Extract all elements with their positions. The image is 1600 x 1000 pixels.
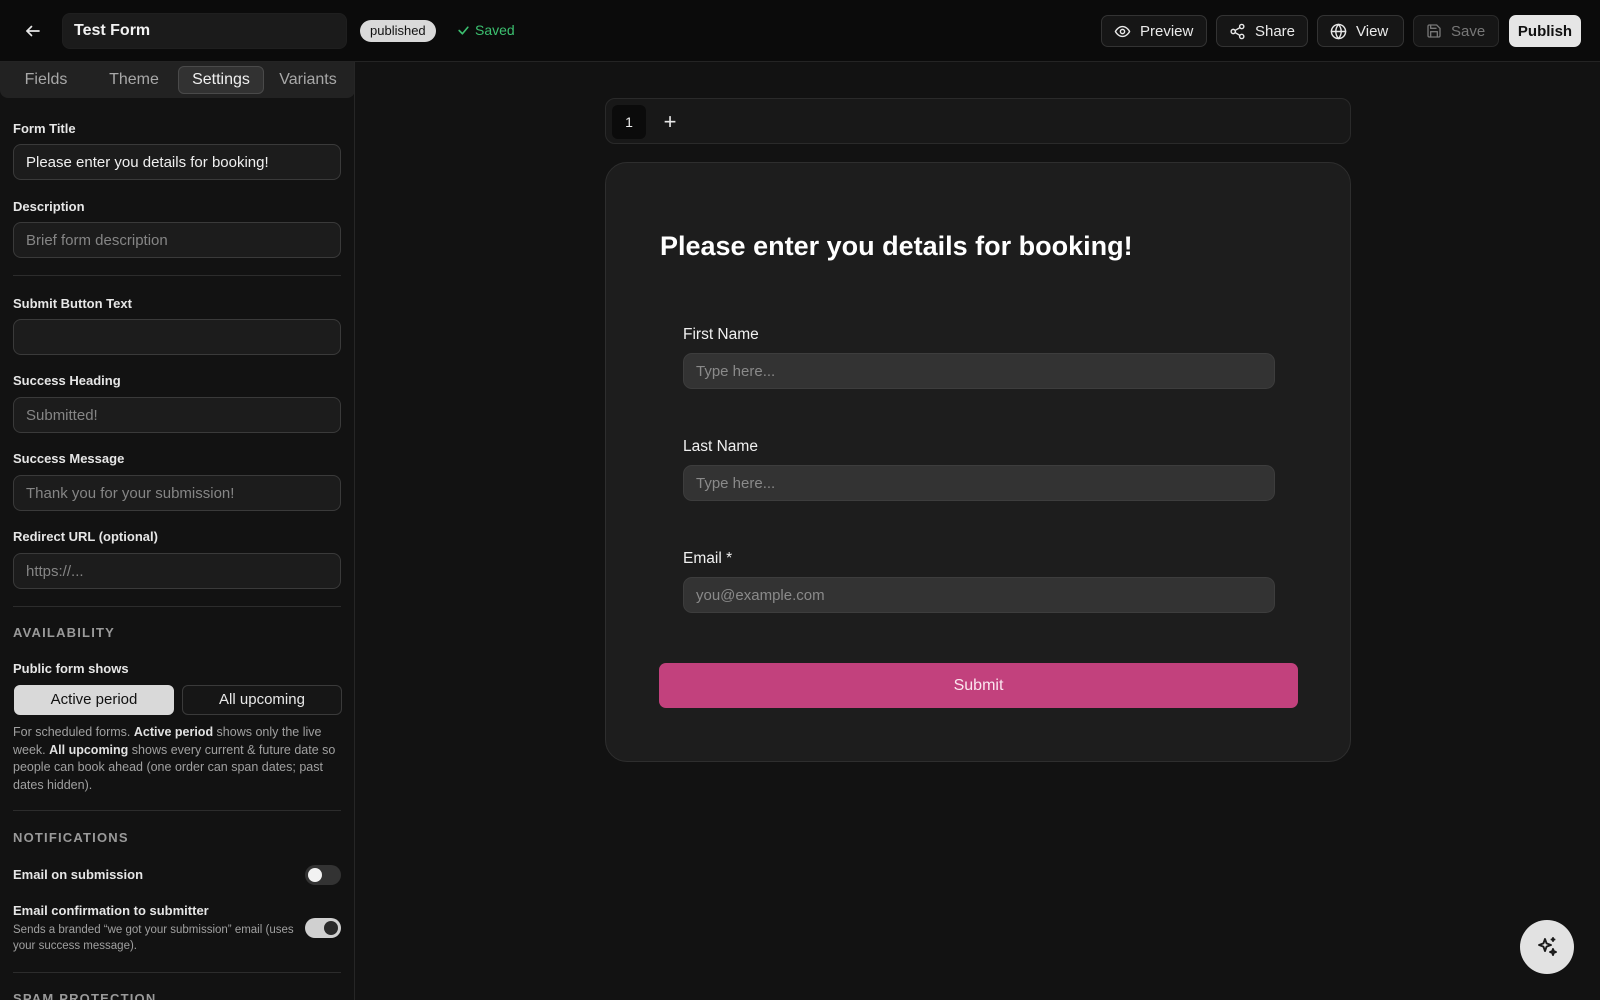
redirect-url-input[interactable]: [13, 553, 341, 589]
ai-assistant-button[interactable]: [1520, 920, 1574, 974]
submit-button[interactable]: Submit: [659, 663, 1298, 708]
globe-icon: [1330, 23, 1347, 39]
preview-button[interactable]: Preview: [1101, 15, 1207, 47]
description-input[interactable]: [13, 222, 341, 258]
publish-button[interactable]: Publish: [1509, 15, 1581, 47]
tab-theme[interactable]: Theme: [94, 66, 174, 94]
first-name-input[interactable]: [683, 353, 1275, 389]
help-pre: For scheduled forms.: [13, 725, 134, 739]
email-confirmation-toggle[interactable]: [305, 918, 341, 938]
tab-variants[interactable]: Variants: [268, 66, 348, 94]
sidebar-tabs: Fields Theme Settings Variants: [0, 62, 354, 98]
last-name-label: Last Name: [683, 438, 758, 455]
check-icon: [458, 25, 469, 35]
redirect-url-label: Redirect URL (optional): [13, 529, 158, 544]
divider: [13, 275, 341, 276]
back-button[interactable]: [18, 17, 48, 45]
form-title-input[interactable]: [13, 144, 341, 180]
help-all-upcoming: All upcoming: [49, 742, 129, 757]
publish-label: Publish: [1517, 22, 1573, 40]
save-label: Save: [1451, 22, 1486, 40]
public-shows-label: Public form shows: [13, 661, 129, 676]
spam-protection-heading: SPAM PROTECTION: [13, 991, 157, 1000]
description-label: Description: [13, 199, 85, 214]
tab-settings[interactable]: Settings: [178, 66, 264, 94]
page-tab-1[interactable]: 1: [612, 105, 646, 139]
eye-icon: [1114, 25, 1131, 37]
tab-fields[interactable]: Fields: [6, 66, 86, 94]
success-message-input[interactable]: [13, 475, 341, 511]
email-confirmation-label: Email confirmation to submitter: [13, 903, 209, 918]
notifications-heading: NOTIFICATIONS: [13, 830, 129, 845]
settings-sidebar: Fields Theme Settings Variants Form Titl…: [0, 62, 355, 1000]
email-submission-toggle[interactable]: [305, 865, 341, 885]
email-input[interactable]: [683, 577, 1275, 613]
email-label: Email *: [683, 550, 733, 567]
divider: [13, 810, 341, 811]
toggle-knob: [308, 868, 322, 882]
add-page-button[interactable]: +: [656, 108, 684, 136]
form-title-label: Form Title: [13, 121, 76, 136]
arrow-left-icon: [26, 25, 40, 37]
form-name-input[interactable]: [62, 13, 347, 49]
view-label: View: [1356, 22, 1389, 40]
success-message-label: Success Message: [13, 451, 125, 466]
share-button[interactable]: Share: [1216, 15, 1308, 47]
first-name-label: First Name: [683, 326, 759, 343]
help-active-period: Active period: [133, 725, 214, 739]
preview-label: Preview: [1140, 22, 1194, 40]
email-confirmation-help: Sends a branded “we got your submission”…: [13, 924, 294, 952]
toggle-knob: [324, 921, 338, 935]
divider: [13, 606, 341, 607]
all-upcoming-option[interactable]: All upcoming: [182, 685, 342, 715]
view-button[interactable]: View: [1317, 15, 1404, 47]
saved-text: Saved: [475, 22, 515, 38]
email-submission-label: Email on submission: [13, 867, 144, 882]
page-tabs-bar: 1 +: [605, 98, 1351, 144]
floppy-disk-icon: [1427, 24, 1441, 38]
submit-text-input[interactable]: [13, 319, 341, 355]
last-name-input[interactable]: [683, 465, 1275, 501]
saved-indicator: Saved: [457, 22, 515, 38]
save-button[interactable]: Save: [1413, 15, 1499, 47]
availability-help-text: For scheduled forms. Active period shows…: [13, 724, 343, 794]
success-heading-input[interactable]: [13, 397, 341, 433]
availability-heading: AVAILABILITY: [13, 625, 116, 640]
divider: [13, 972, 341, 973]
submit-text-label: Submit Button Text: [13, 296, 132, 311]
status-badge: published: [360, 20, 436, 42]
form-title: Please enter you details for booking!: [660, 231, 1133, 261]
top-bar: published Saved Preview Share View Save …: [0, 0, 1600, 62]
form-preview-card: Please enter you details for booking! Fi…: [605, 162, 1351, 762]
success-heading-label: Success Heading: [13, 373, 121, 388]
share-icon: [1230, 23, 1245, 39]
active-period-option[interactable]: Active period: [14, 685, 174, 715]
sparkles-icon: [1538, 937, 1557, 956]
share-label: Share: [1254, 22, 1295, 40]
